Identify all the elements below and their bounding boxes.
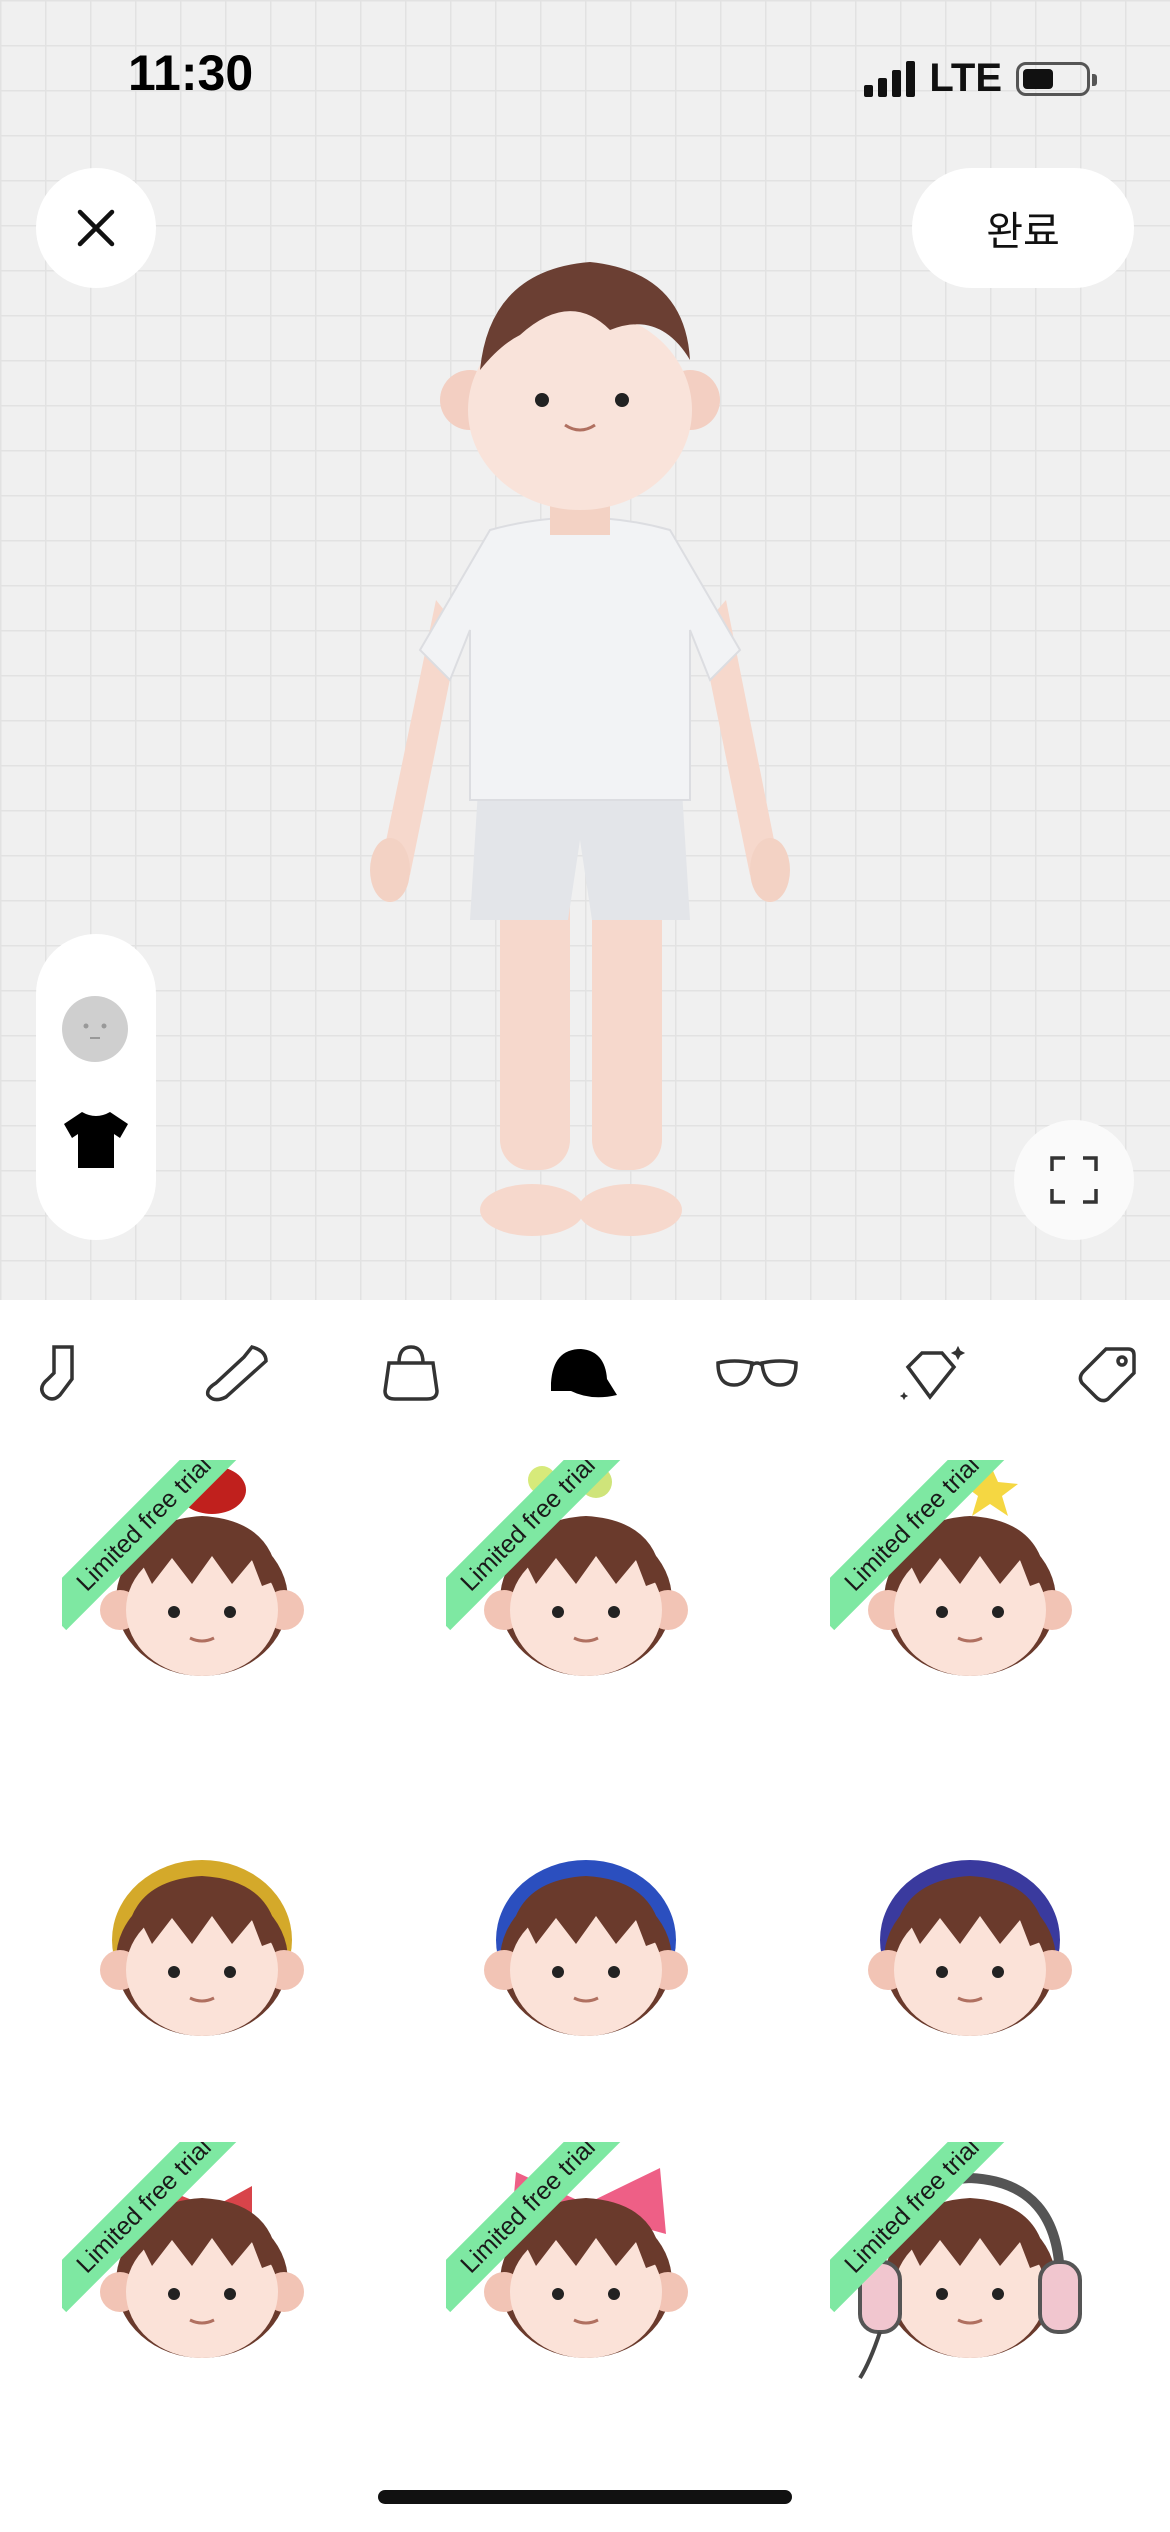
status-indicators: LTE <box>864 56 1097 101</box>
close-button[interactable] <box>36 168 156 288</box>
done-button[interactable]: 완료 <box>912 168 1134 288</box>
avatar-head-thumbnail <box>100 1860 304 2036</box>
accessory-item-blue-headband[interactable] <box>446 1820 706 2060</box>
face-icon[interactable] <box>62 996 128 1062</box>
accessory-item-red-bow[interactable]: Limited free trial <box>62 2142 322 2382</box>
accessory-item-headphones[interactable]: Limited free trial <box>830 2142 1090 2382</box>
category-tab-glasses[interactable] <box>712 1338 802 1408</box>
fullscreen-icon <box>1050 1156 1098 1204</box>
category-tab-shoe[interactable] <box>192 1338 282 1408</box>
network-label: LTE <box>929 56 1002 100</box>
category-bar <box>0 1318 1170 1428</box>
battery-icon <box>1016 61 1097 96</box>
bag-icon <box>383 1345 439 1401</box>
close-icon <box>77 209 115 247</box>
accessory-item-star[interactable]: Limited free trial <box>830 1460 1090 1700</box>
category-tab-tag[interactable] <box>1062 1338 1152 1408</box>
accessory-item-antenna[interactable]: Limited free trial <box>446 1460 706 1700</box>
sock-icon <box>40 1345 74 1401</box>
avatar-head-thumbnail <box>484 1860 688 2036</box>
fullscreen-button[interactable] <box>1014 1120 1134 1240</box>
status-time: 11:30 <box>128 45 254 101</box>
avatar-figure[interactable] <box>340 250 820 1240</box>
accessory-item-yellow-headband[interactable] <box>62 1820 322 2060</box>
side-tab-panel <box>36 934 156 1240</box>
accessory-item-apple[interactable]: Limited free trial <box>62 1460 322 1700</box>
signal-icon <box>864 60 916 97</box>
cap-icon <box>551 1349 617 1398</box>
category-tab-gem[interactable] <box>888 1338 978 1408</box>
shoe-icon <box>205 1344 268 1402</box>
avatar-head-thumbnail <box>868 1860 1072 2036</box>
home-indicator[interactable] <box>378 2490 792 2504</box>
shirt-icon[interactable] <box>62 1110 130 1175</box>
category-tab-cap[interactable] <box>536 1338 626 1408</box>
category-tab-bag[interactable] <box>366 1338 456 1408</box>
tag-icon <box>1078 1347 1136 1403</box>
gem-icon <box>899 1345 966 1401</box>
accessory-item-pink-bow[interactable]: Limited free trial <box>446 2142 706 2382</box>
glasses-icon <box>716 1359 798 1387</box>
accessory-item-navy-headband[interactable] <box>830 1820 1090 2060</box>
category-tab-sock[interactable] <box>16 1338 106 1408</box>
